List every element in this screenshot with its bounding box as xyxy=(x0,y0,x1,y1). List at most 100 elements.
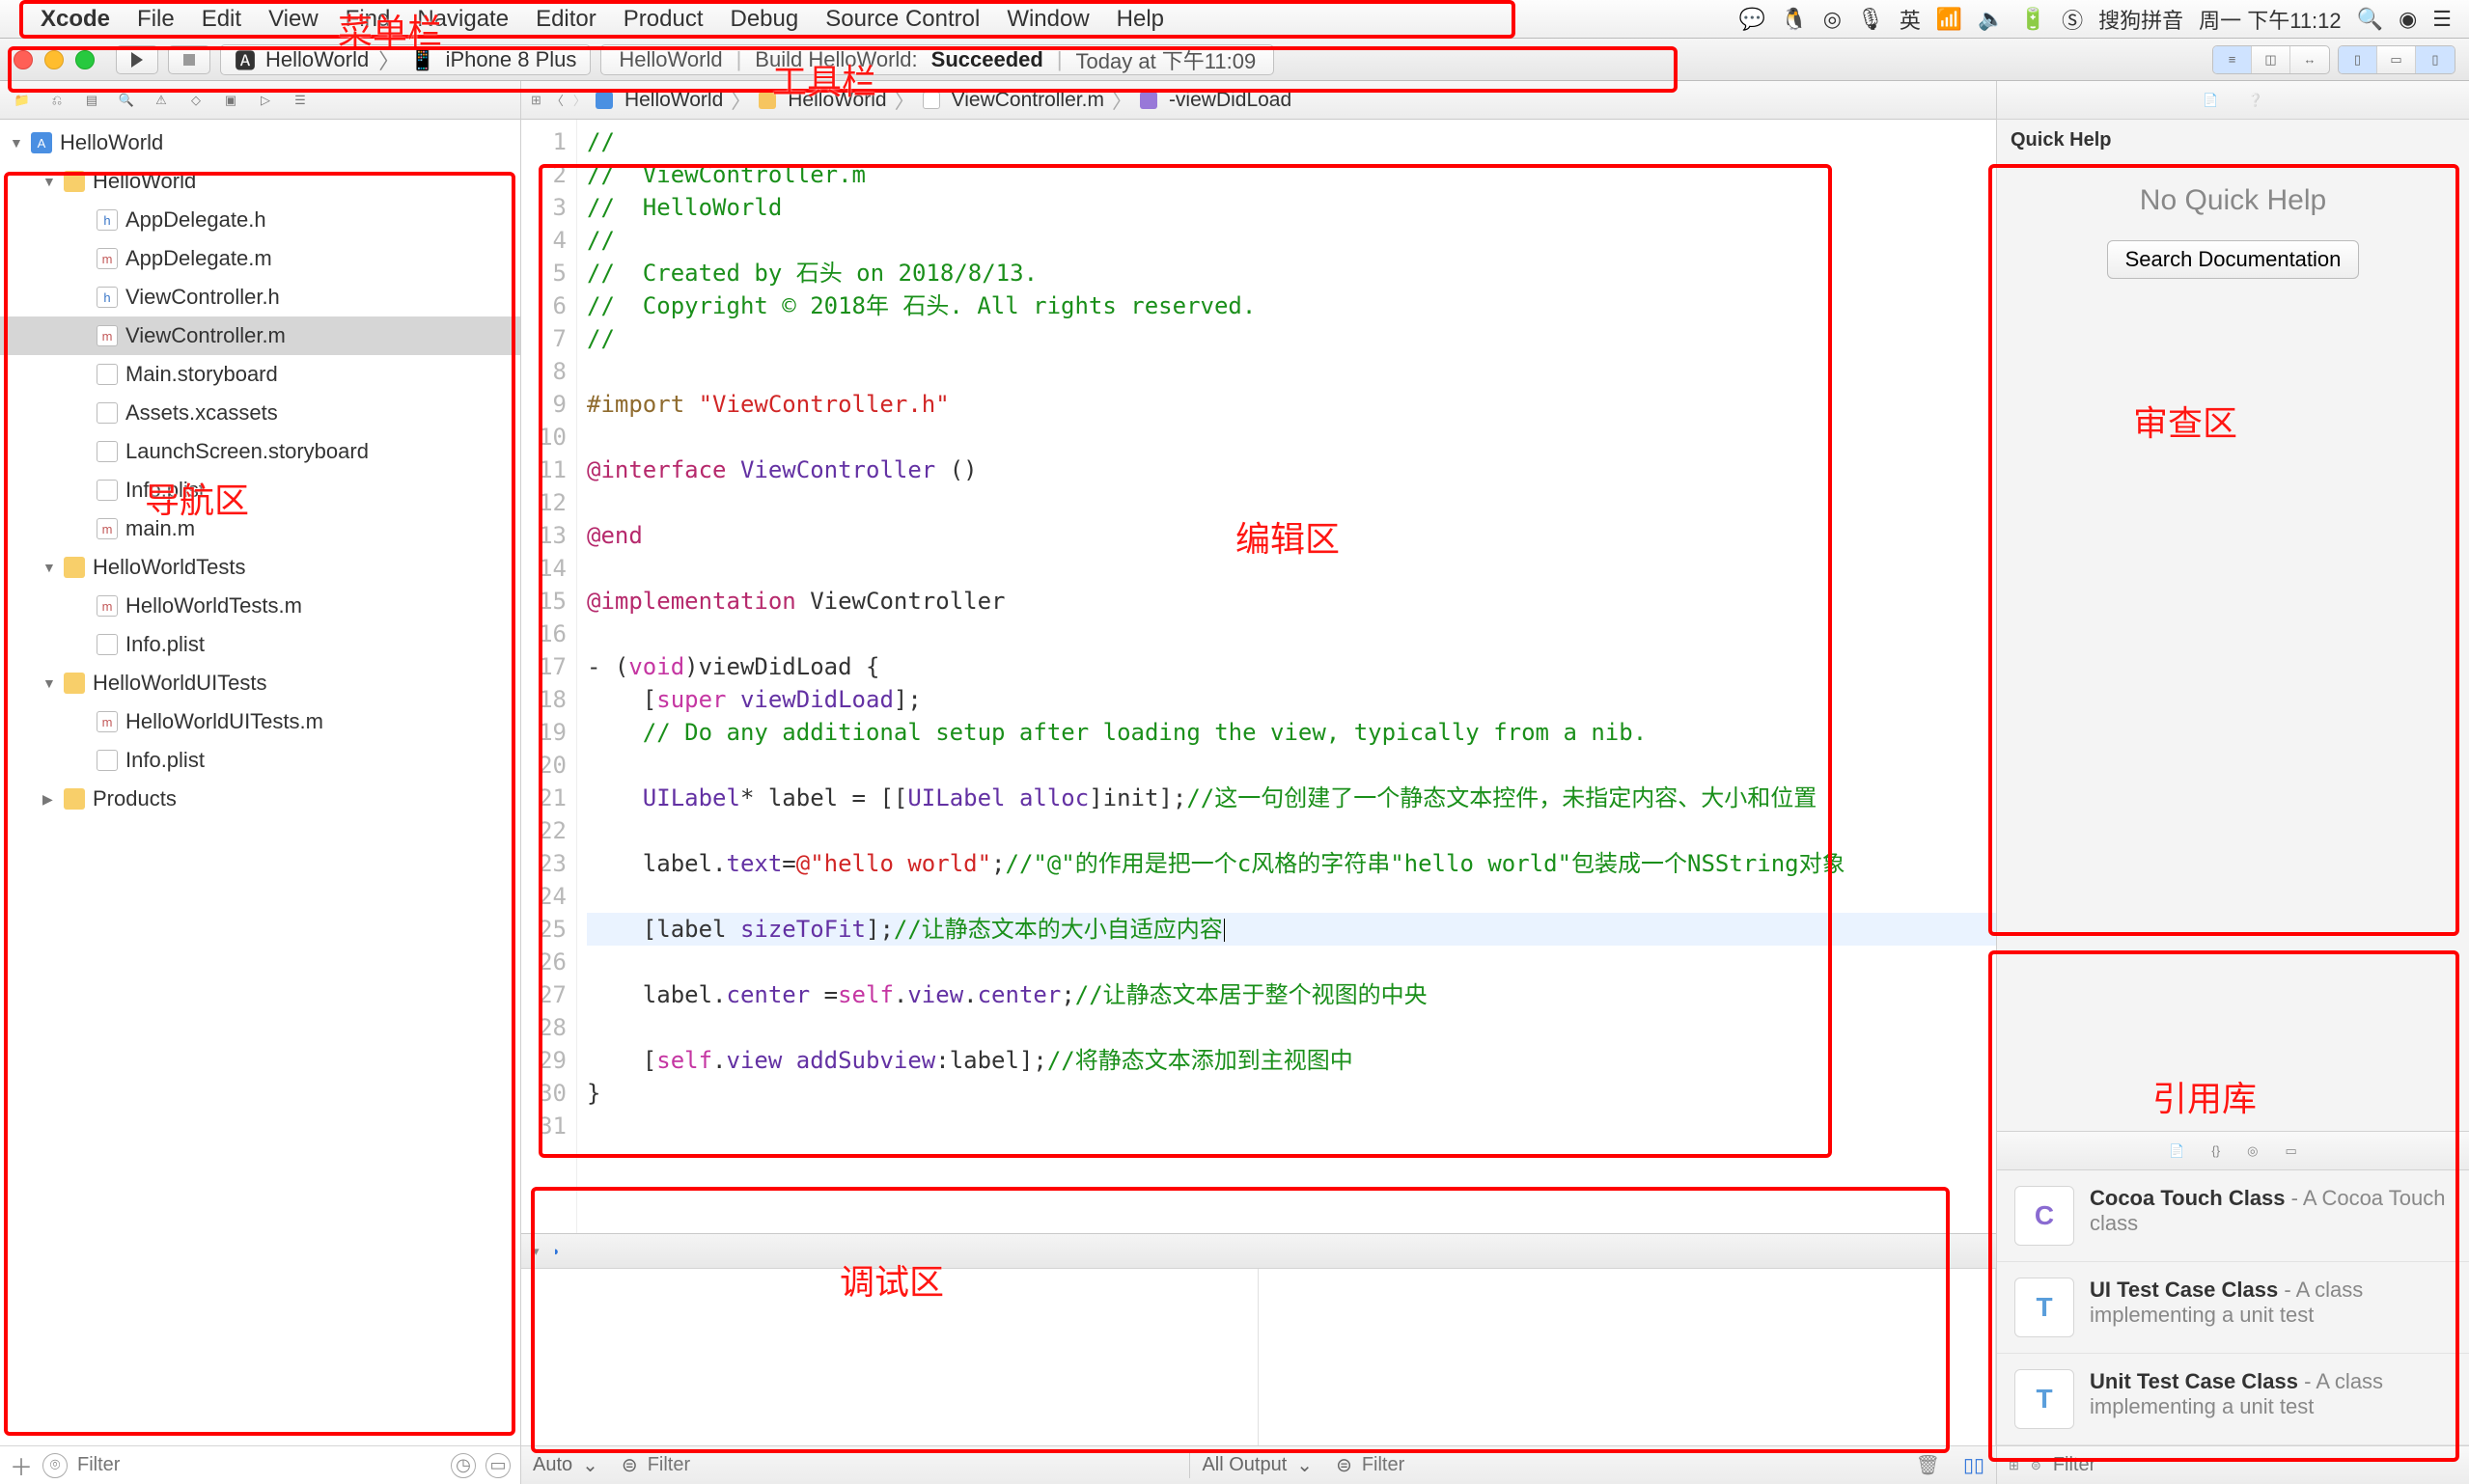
jump-bar[interactable]: ⊞ 〈 〉 HelloWorld〉HelloWorld〉ViewControll… xyxy=(521,81,1996,120)
media-library-icon[interactable]: ▭ xyxy=(2285,1143,2296,1159)
report-navigator-icon[interactable]: ☰ xyxy=(286,87,315,114)
navigator-tabs[interactable]: 📁 ⎌ ▤ 🔍 ⚠ ◇ ▣ ▷ ☰ xyxy=(0,81,520,120)
code-editor[interactable]: 1234567891011121314151617181920212223242… xyxy=(521,120,1996,1233)
panel-toggles[interactable]: ▯ ▭ ▯ xyxy=(2338,45,2455,74)
source-control-navigator-icon[interactable]: ⎌ xyxy=(42,87,71,114)
navigator-filter-input[interactable] xyxy=(77,1454,441,1476)
split-toggle-icon[interactable]: ▯▯ xyxy=(1963,1453,1984,1477)
breakpoint-navigator-icon[interactable]: ▷ xyxy=(251,87,280,114)
disclosure-icon[interactable]: ▼ xyxy=(42,675,56,691)
tree-item[interactable]: mViewController.m xyxy=(0,316,520,355)
menu-debug[interactable]: Debug xyxy=(731,6,799,32)
crumb[interactable]: ViewController.m xyxy=(952,89,1104,112)
tree-item[interactable]: ▼HelloWorld xyxy=(0,162,520,201)
wechat-icon[interactable]: 💬 xyxy=(1739,7,1765,32)
scheme-selector[interactable]: 🅰 HelloWorld 〉 📱 iPhone 8 Plus xyxy=(220,44,591,75)
scm-filter-icon[interactable]: ▭ xyxy=(485,1453,511,1478)
menu-editor[interactable]: Editor xyxy=(536,6,596,32)
file-template-library-icon[interactable]: 📄 xyxy=(2169,1143,2184,1159)
ime-lang-icon[interactable]: 英 xyxy=(1900,4,1921,35)
console-filter-input[interactable] xyxy=(1362,1454,1893,1476)
qq-icon[interactable]: 🐧 xyxy=(1781,7,1807,32)
disclosure-icon[interactable]: ▶ xyxy=(42,791,56,808)
disclosure-icon[interactable]: ▼ xyxy=(42,560,56,575)
editor-mode-segmented[interactable]: ≡ ◫ ↔ xyxy=(2212,45,2330,74)
spotlight-icon[interactable]: 🔍 xyxy=(2357,7,2383,32)
menu-file[interactable]: File xyxy=(137,6,175,32)
crumb[interactable]: -viewDidLoad xyxy=(1169,89,1291,112)
toggle-debug-icon[interactable]: ▭ xyxy=(2377,46,2416,73)
back-button[interactable]: 〈 xyxy=(551,91,564,109)
stop-button[interactable] xyxy=(168,45,210,74)
toggle-inspector-icon[interactable]: ▯ xyxy=(2416,46,2455,73)
filter-scope-icon[interactable]: ⌾ xyxy=(42,1453,68,1478)
code-snippet-library-icon[interactable]: {} xyxy=(2211,1143,2220,1158)
crumb[interactable]: HelloWorld xyxy=(788,89,886,112)
menu-edit[interactable]: Edit xyxy=(202,6,241,32)
library-item[interactable]: CCocoa Touch Class - A Cocoa Touch class xyxy=(1997,1170,2469,1262)
library-item[interactable]: TUI Test Case Class - A class implementi… xyxy=(1997,1262,2469,1354)
menu-view[interactable]: View xyxy=(268,6,319,32)
find-navigator-icon[interactable]: 🔍 xyxy=(112,87,141,114)
app-icon[interactable]: ◎ xyxy=(1823,7,1842,32)
test-navigator-icon[interactable]: ◇ xyxy=(181,87,210,114)
project-navigator-icon[interactable]: 📁 xyxy=(8,87,37,114)
crumb[interactable]: HelloWorld xyxy=(624,89,723,112)
breakpoint-toggle-icon[interactable]: ◗ xyxy=(553,1244,561,1258)
tree-item[interactable]: hViewController.h xyxy=(0,278,520,316)
wifi-icon[interactable]: 📶 xyxy=(1936,7,1962,32)
tree-item[interactable]: ▼AHelloWorld xyxy=(0,124,520,162)
issue-navigator-icon[interactable]: ⚠ xyxy=(147,87,176,114)
library-item[interactable]: TUnit Test Case Class - A class implemen… xyxy=(1997,1354,2469,1445)
menu-navigate[interactable]: Navigate xyxy=(417,6,509,32)
run-button[interactable] xyxy=(116,45,158,74)
symbol-navigator-icon[interactable]: ▤ xyxy=(77,87,106,114)
siri-icon[interactable]: ◉ xyxy=(2399,7,2417,32)
tree-item[interactable]: Info.plist xyxy=(0,625,520,664)
grid-view-icon[interactable]: ⊞ xyxy=(2009,1458,2019,1473)
trash-icon[interactable]: 🗑 xyxy=(1916,1453,1940,1477)
tree-item[interactable]: Info.plist xyxy=(0,741,520,780)
menu-help[interactable]: Help xyxy=(1117,6,1164,32)
tree-item[interactable]: Main.storyboard xyxy=(0,355,520,394)
ime-name[interactable]: 搜狗拼音 xyxy=(2098,4,2183,35)
zoom-button[interactable] xyxy=(75,50,95,69)
disclosure-icon[interactable]: ▼ xyxy=(42,174,56,189)
tree-item[interactable]: mAppDelegate.m xyxy=(0,239,520,278)
menu-xcode[interactable]: Xcode xyxy=(41,6,110,32)
hide-debug-icon[interactable]: ▾ xyxy=(533,1244,540,1259)
console-pane[interactable] xyxy=(1259,1269,1996,1445)
object-library-icon[interactable]: ◎ xyxy=(2247,1143,2258,1159)
battery-icon[interactable]: 🔋 xyxy=(2020,7,2046,32)
tree-item[interactable]: LaunchScreen.storyboard xyxy=(0,432,520,471)
assistant-editor-icon[interactable]: ◫ xyxy=(2252,46,2290,73)
library-tabs[interactable]: 📄 {} ◎ ▭ xyxy=(1997,1132,2469,1170)
clock[interactable]: 周一 下午11:12 xyxy=(2199,4,2342,35)
variables-filter-input[interactable] xyxy=(648,1454,1179,1476)
console-output-scope[interactable]: All Output⌄ xyxy=(1190,1453,1324,1477)
project-tree[interactable]: ▼AHelloWorld▼HelloWorldhAppDelegate.hmAp… xyxy=(0,120,520,1445)
tree-item[interactable]: Assets.xcassets xyxy=(0,394,520,432)
menu-window[interactable]: Window xyxy=(1007,6,1089,32)
menu-source-control[interactable]: Source Control xyxy=(825,6,980,32)
volume-icon[interactable]: 🔈 xyxy=(1978,7,2004,32)
disclosure-icon[interactable]: ▼ xyxy=(10,135,23,151)
tree-item[interactable]: ▶Products xyxy=(0,780,520,818)
inspector-tabs[interactable]: 📄 ❔ xyxy=(1997,81,2469,120)
tree-item[interactable]: ▼HelloWorldUITests xyxy=(0,664,520,702)
tree-item[interactable]: mHelloWorldUITests.m xyxy=(0,702,520,741)
recent-filter-icon[interactable]: ◷ xyxy=(451,1453,476,1478)
ime-brand-icon[interactable]: Ⓢ xyxy=(2062,4,2083,35)
quick-help-inspector-icon[interactable]: ❔ xyxy=(2248,93,2263,108)
tree-item[interactable]: hAppDelegate.h xyxy=(0,201,520,239)
close-button[interactable] xyxy=(14,50,33,69)
variables-scope[interactable]: Auto⌄ xyxy=(521,1453,610,1477)
notifications-icon[interactable]: ☰ xyxy=(2432,7,2452,32)
tree-item[interactable]: Info.plist xyxy=(0,471,520,509)
library-filter-input[interactable] xyxy=(2053,1454,2457,1476)
toggle-navigator-icon[interactable]: ▯ xyxy=(2339,46,2377,73)
variables-pane[interactable] xyxy=(521,1269,1259,1445)
version-editor-icon[interactable]: ↔ xyxy=(2290,46,2329,73)
tree-item[interactable]: mmain.m xyxy=(0,509,520,548)
search-documentation-button[interactable]: Search Documentation xyxy=(2107,240,2360,279)
